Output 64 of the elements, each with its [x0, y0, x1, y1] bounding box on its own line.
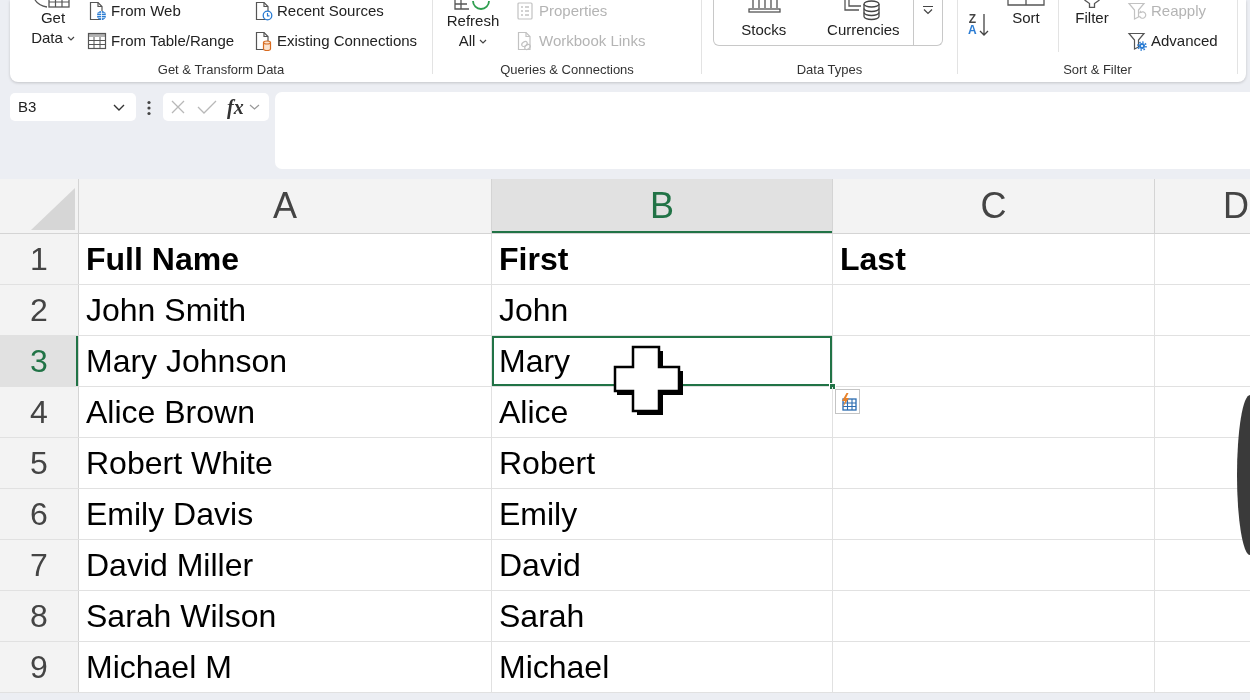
table-cell[interactable]: Michael [492, 642, 833, 692]
ribbon-button[interactable]: Filter [1071, 0, 1113, 28]
group-label: Get & Transform Data [157, 62, 285, 78]
ribbon-button[interactable]: Sort [1006, 0, 1046, 28]
row-header[interactable]: 1 [0, 234, 79, 284]
funnel-icon [1084, 0, 1100, 8]
table-cell[interactable]: Michael M [79, 642, 492, 692]
ribbon-button[interactable]: Recent Sources [251, 0, 386, 22]
ribbon-button[interactable]: Advanced [1125, 30, 1220, 52]
fill-handle[interactable] [829, 383, 836, 390]
ribbon-button[interactable]: From Web [85, 0, 183, 22]
grid-icon [1007, 0, 1045, 8]
table-cell[interactable]: Last [833, 234, 1155, 284]
table-icon [87, 31, 107, 51]
table-cell[interactable]: First [492, 234, 833, 284]
name-box[interactable]: B3 [10, 93, 136, 121]
table-icon [33, 0, 73, 8]
row-header[interactable]: 9 [0, 642, 79, 692]
vertical-dots-icon[interactable] [146, 100, 152, 116]
table-cell[interactable]: Emily [492, 489, 833, 539]
row-header[interactable]: 4 [0, 387, 79, 437]
table-cell[interactable]: John Smith [79, 285, 492, 335]
column-header[interactable]: C [833, 179, 1155, 233]
column-header[interactable]: B [492, 179, 833, 233]
cross-icon[interactable] [170, 99, 186, 115]
chevron-down-icon[interactable] [113, 103, 125, 111]
table-cell[interactable]: Sarah [492, 591, 833, 641]
arrow-down-icon [978, 13, 989, 37]
table-cell[interactable]: Sarah Wilson [79, 591, 492, 641]
ribbon-button[interactable]: Existing Connections [251, 30, 420, 52]
row-header[interactable]: 3 [0, 336, 79, 386]
sort-z-to-a-button[interactable]: Z A [968, 11, 994, 39]
group-label: Sort & Filter [1063, 62, 1132, 78]
row-header[interactable]: 2 [0, 285, 79, 335]
triangle-icon [31, 188, 75, 230]
row-header[interactable]: 6 [0, 489, 79, 539]
funnel-gear-icon [1127, 31, 1147, 51]
row-header[interactable]: 8 [0, 591, 79, 641]
table-cell[interactable]: Robert White [79, 438, 492, 488]
table-cell[interactable]: Mary Johnson [79, 336, 492, 386]
row-header[interactable]: 5 [0, 438, 79, 488]
table-cell[interactable]: Emily Davis [79, 489, 492, 539]
gallery-item[interactable]: Stocks [714, 0, 814, 45]
group-label: Queries & Connections [500, 62, 634, 78]
table-cell[interactable]: David Miller [79, 540, 492, 590]
table-cell[interactable]: Full Name [79, 234, 492, 284]
ribbon-button[interactable]: Refresh All [444, 0, 502, 51]
check-icon[interactable] [197, 100, 217, 114]
table-cell[interactable]: Alice Brown [79, 387, 492, 437]
table-cell[interactable]: David [492, 540, 833, 590]
table-cell[interactable]: John [492, 285, 833, 335]
table-cell[interactable]: Mary [492, 336, 833, 386]
group-label: Data Types [796, 62, 863, 78]
chevron-bar-icon [922, 5, 935, 15]
column-header[interactable]: D [1155, 179, 1250, 233]
document-cylinder-icon [253, 31, 273, 51]
row-header[interactable]: 7 [0, 540, 79, 590]
ribbon-button[interactable]: From Table/Range [85, 30, 237, 52]
insert-function-button[interactable]: fx [227, 96, 244, 118]
table-cell[interactable]: Robert [492, 438, 833, 488]
building-columns-icon [745, 0, 782, 13]
flash-fill-options-button[interactable] [835, 389, 860, 414]
gallery-item[interactable]: Currencies [813, 0, 914, 45]
ribbon-button[interactable]: Get Data [28, 0, 78, 48]
